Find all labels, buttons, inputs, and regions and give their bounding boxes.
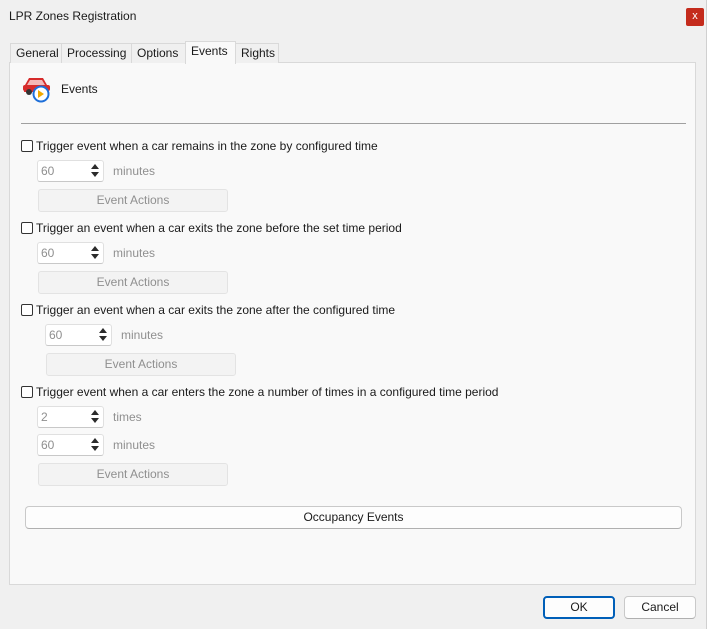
spin-arrows-icon[interactable] bbox=[89, 409, 101, 425]
trigger-remains-checkbox[interactable] bbox=[21, 140, 33, 152]
arrow-up-icon[interactable] bbox=[91, 164, 99, 169]
cancel-button[interactable]: Cancel bbox=[624, 596, 696, 619]
title-bar: LPR Zones Registration x bbox=[0, 0, 706, 34]
exit-after-minutes-unit: minutes bbox=[121, 328, 164, 342]
exit-before-event-actions-button[interactable]: Event Actions bbox=[38, 271, 228, 294]
exit-after-event-actions-button[interactable]: Event Actions bbox=[46, 353, 236, 376]
spin-arrows-icon[interactable] bbox=[89, 245, 101, 261]
trigger-exit-after-row[interactable]: Trigger an event when a car exits the zo… bbox=[21, 302, 395, 318]
trigger-exit-after-label: Trigger an event when a car exits the zo… bbox=[36, 303, 396, 317]
ok-button[interactable]: OK bbox=[543, 596, 615, 619]
trigger-enter-count-checkbox[interactable] bbox=[21, 386, 33, 398]
spin-arrows-icon[interactable] bbox=[97, 327, 109, 343]
enter-count-times-value: 2 bbox=[41, 410, 48, 424]
remains-event-actions-button[interactable]: Event Actions bbox=[38, 189, 228, 212]
trigger-enter-count-row[interactable]: Trigger event when a car enters the zone… bbox=[21, 384, 498, 400]
arrow-down-icon[interactable] bbox=[99, 336, 107, 341]
arrow-down-icon[interactable] bbox=[91, 254, 99, 259]
arrow-up-icon[interactable] bbox=[91, 438, 99, 443]
enter-count-event-actions-button[interactable]: Event Actions bbox=[38, 463, 228, 486]
exit-before-minutes-value: 60 bbox=[41, 246, 55, 260]
dialog-window: LPR Zones Registration x General Process… bbox=[0, 0, 707, 629]
tab-options[interactable]: Options bbox=[131, 43, 186, 63]
arrow-up-icon[interactable] bbox=[91, 246, 99, 251]
exit-before-minutes-stepper[interactable]: 60 bbox=[37, 242, 104, 264]
arrow-down-icon[interactable] bbox=[91, 418, 99, 423]
separator-line bbox=[21, 123, 686, 124]
enter-count-minutes-unit: minutes bbox=[113, 438, 156, 452]
enter-count-minutes-stepper[interactable]: 60 bbox=[37, 434, 104, 456]
arrow-down-icon[interactable] bbox=[91, 446, 99, 451]
enter-count-times-unit: times bbox=[113, 410, 142, 424]
remains-minutes-stepper[interactable]: 60 bbox=[37, 160, 104, 182]
window-title: LPR Zones Registration bbox=[9, 9, 137, 23]
remains-minutes-value: 60 bbox=[41, 164, 55, 178]
trigger-exit-before-checkbox[interactable] bbox=[21, 222, 33, 234]
spin-arrows-icon[interactable] bbox=[89, 437, 101, 453]
tab-rights[interactable]: Rights bbox=[235, 43, 279, 63]
arrow-down-icon[interactable] bbox=[91, 172, 99, 177]
close-icon: x bbox=[692, 10, 698, 22]
trigger-exit-after-checkbox[interactable] bbox=[21, 304, 33, 316]
exit-before-minutes-unit: minutes bbox=[113, 246, 156, 260]
tab-events[interactable]: Events bbox=[185, 41, 236, 64]
trigger-enter-count-label: Trigger event when a car enters the zone… bbox=[36, 385, 499, 399]
exit-after-minutes-stepper[interactable]: 60 bbox=[45, 324, 112, 346]
trigger-remains-label: Trigger event when a car remains in the … bbox=[36, 139, 378, 153]
arrow-up-icon[interactable] bbox=[99, 328, 107, 333]
trigger-exit-before-label: Trigger an event when a car exits the zo… bbox=[36, 221, 402, 235]
occupancy-events-button[interactable]: Occupancy Events bbox=[25, 506, 682, 529]
car-event-icon bbox=[22, 73, 52, 103]
tab-general[interactable]: General bbox=[10, 43, 62, 63]
trigger-exit-before-row[interactable]: Trigger an event when a car exits the zo… bbox=[21, 220, 402, 236]
enter-count-minutes-value: 60 bbox=[41, 438, 55, 452]
exit-after-minutes-value: 60 bbox=[49, 328, 63, 342]
spin-arrows-icon[interactable] bbox=[89, 163, 101, 179]
tab-processing[interactable]: Processing bbox=[61, 43, 132, 63]
section-title: Events bbox=[61, 82, 98, 96]
trigger-remains-row[interactable]: Trigger event when a car remains in the … bbox=[21, 138, 378, 154]
arrow-up-icon[interactable] bbox=[91, 410, 99, 415]
remains-minutes-unit: minutes bbox=[113, 164, 156, 178]
close-button[interactable]: x bbox=[686, 8, 704, 26]
enter-count-times-stepper[interactable]: 2 bbox=[37, 406, 104, 428]
